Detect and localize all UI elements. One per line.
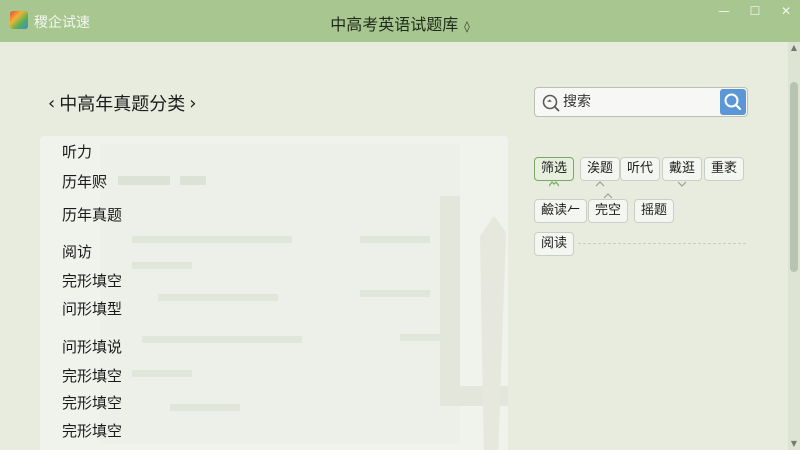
search-box — [534, 87, 748, 117]
scroll-down-icon[interactable]: ▼ — [788, 438, 800, 450]
category-item[interactable]: 问形填型 — [62, 298, 122, 319]
filter-chip[interactable]: 戴逛 — [662, 157, 703, 187]
filter-chip-label: 戴逛 — [669, 161, 696, 176]
filter-chip[interactable]: 鹼读𠂉 — [534, 199, 588, 223]
filter-chip-label: 鹼读𠂉 — [541, 203, 581, 218]
scroll-thumb[interactable] — [790, 82, 798, 272]
filter-chip-label: 重袤 — [711, 161, 738, 176]
chevron-left-icon[interactable]: ‹ — [44, 93, 59, 114]
category-list-panel: 听力 历年赆 历年真题 阅访 完形填空 问形填型 问形填说 完形填空 完形填空 … — [40, 136, 508, 450]
category-item[interactable]: 历年真题 — [62, 204, 122, 225]
chip-indicator-icon — [603, 193, 613, 199]
search-button-icon — [724, 93, 742, 111]
filter-chip[interactable]: 重袤 — [704, 157, 745, 181]
title-bar: 稷企试速 中高考英语试题库 ◊ — ☐ ✕ — [0, 0, 800, 42]
filter-chip-label: 涘题 — [587, 161, 614, 176]
title-mark-icon: ◊ — [464, 20, 470, 33]
page-title: 中高年真题分类 — [59, 94, 186, 115]
category-item[interactable]: 完形填空 — [62, 365, 122, 386]
filter-chip-label: 阅读 — [541, 236, 568, 251]
filter-chip[interactable]: 涘题 — [580, 157, 621, 187]
filter-chip[interactable]: 阅读 — [534, 232, 575, 256]
chevron-right-icon[interactable]: › — [185, 93, 200, 114]
breadcrumb: ‹ 中高年真题分类 › — [44, 90, 200, 116]
chip-indicator-icon — [595, 181, 605, 187]
category-item[interactable]: 听力 — [62, 141, 92, 162]
category-item[interactable]: 问形填说 — [62, 336, 122, 357]
filter-chip[interactable]: 筛选 — [534, 157, 575, 187]
close-button[interactable]: ✕ — [778, 4, 794, 18]
chip-indicator-icon — [549, 181, 559, 187]
search-input[interactable] — [563, 92, 713, 112]
scroll-up-icon[interactable]: ▲ — [788, 42, 800, 54]
filter-chip[interactable]: 摇题 — [634, 199, 675, 223]
filter-chip[interactable]: 完空 — [588, 193, 629, 223]
maximize-button[interactable]: ☐ — [747, 4, 763, 18]
category-item[interactable]: 阅访 — [62, 241, 92, 262]
search-button[interactable] — [720, 89, 746, 115]
minimize-button[interactable]: — — [716, 4, 732, 18]
filter-chip-label: 摇题 — [641, 203, 668, 218]
filter-chip-label: 筛选 — [541, 161, 568, 176]
category-item[interactable]: 完形填空 — [62, 420, 122, 441]
filter-chip-label: 听代 — [627, 161, 654, 176]
window-title-text: 中高考英语试题库 — [330, 15, 459, 34]
filter-chip[interactable]: 听代 — [620, 157, 661, 181]
filter-chip-label: 完空 — [595, 203, 622, 218]
search-icon — [542, 94, 560, 112]
category-item[interactable]: 完形填空 — [62, 392, 122, 413]
category-item[interactable]: 历年赆 — [62, 171, 107, 192]
vertical-scrollbar[interactable]: ▲ ▼ — [788, 42, 800, 450]
filter-divider — [578, 243, 746, 244]
window-title: 中高考英语试题库 ◊ — [0, 11, 800, 35]
chip-indicator-icon — [677, 181, 687, 187]
category-item[interactable]: 完形填空 — [62, 270, 122, 291]
